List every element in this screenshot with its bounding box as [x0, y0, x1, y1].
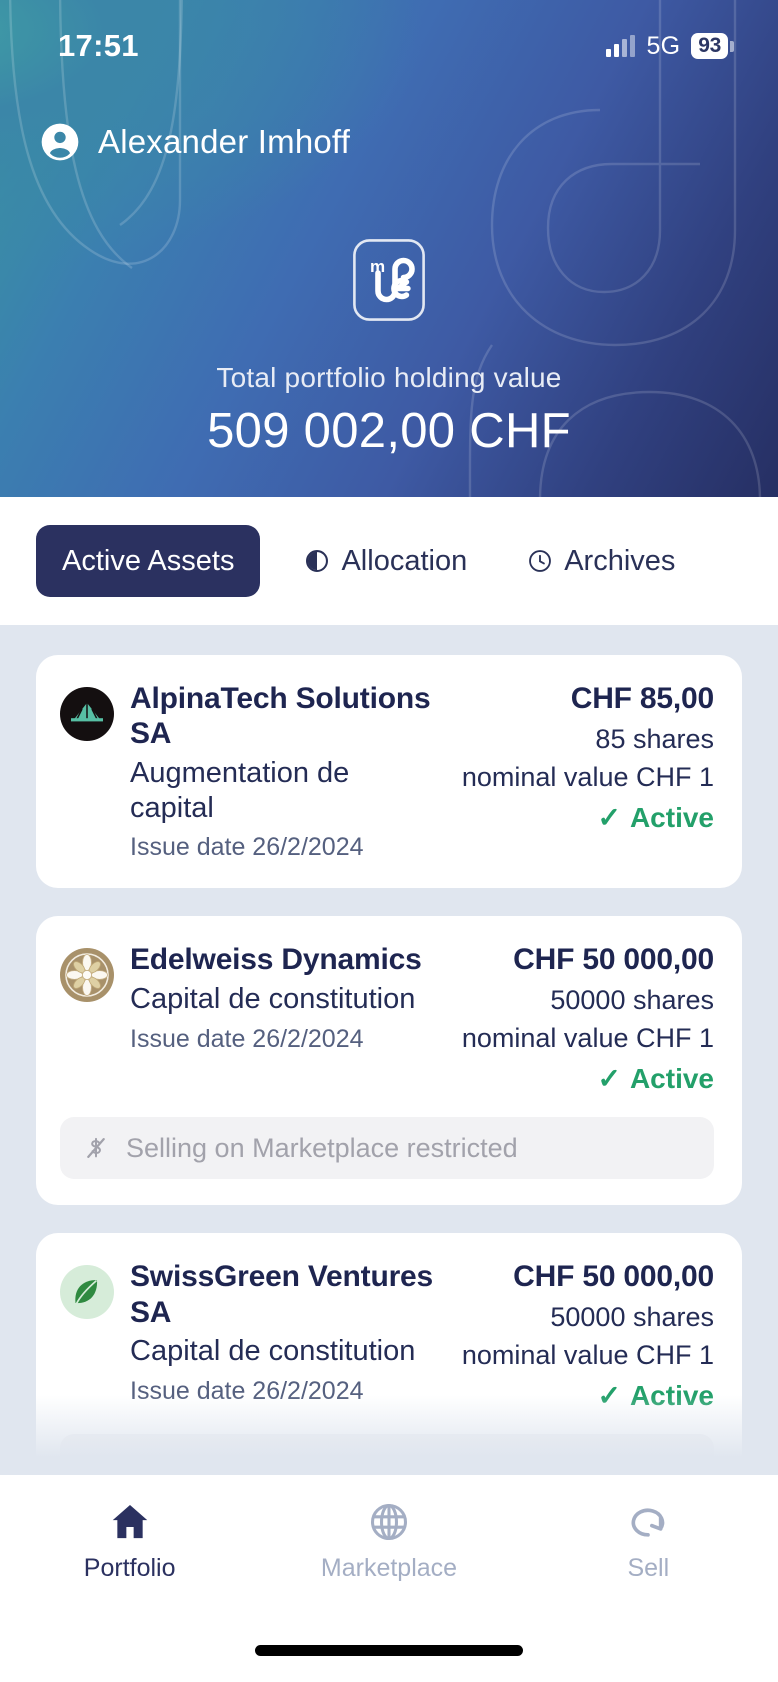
- nav-item-marketplace-label: Marketplace: [320, 1554, 458, 1582]
- asset-value: CHF 50 000,00: [513, 1260, 714, 1294]
- check-icon: ✓: [597, 802, 621, 833]
- status-badge: ✓ Active: [462, 1380, 714, 1412]
- status-time: 17:51: [58, 28, 139, 63]
- tab-active-assets[interactable]: Active Assets: [36, 525, 261, 597]
- battery-icon: 93: [691, 33, 734, 59]
- asset-issue-date: Issue date 26/2/2024: [130, 1024, 364, 1053]
- asset-name: Edelweiss Dynamics: [130, 943, 422, 977]
- alpinatech-mountain-logo: [60, 687, 114, 741]
- check-icon: ✓: [597, 1063, 621, 1095]
- restriction-notice: Selling on Marketplace restricted: [60, 1117, 714, 1180]
- home-icon: [112, 1504, 147, 1539]
- network-type-label: 5G: [646, 31, 681, 60]
- status-badge-label: Active: [629, 1380, 714, 1412]
- pie-chart-icon: [306, 550, 329, 572]
- nav-item-portfolio-label: Portfolio: [83, 1554, 176, 1582]
- nav-item-portfolio[interactable]: Portfolio: [0, 1499, 259, 1583]
- asset-card[interactable]: SwissGreen Ventures SA Capital de consti…: [36, 1233, 742, 1475]
- bottom-navigation: Portfolio Marketplace Sell: [0, 1475, 778, 1682]
- nav-item-sell[interactable]: Sell: [519, 1499, 778, 1583]
- portfolio-header: 17:51 5G 93 Alexander Imhoff m Total por…: [0, 0, 778, 497]
- asset-value: CHF 85,00: [570, 682, 714, 715]
- status-badge: ✓ Active: [462, 802, 714, 834]
- app-screen: 17:51 5G 93 Alexander Imhoff m Total por…: [0, 0, 778, 1682]
- status-bar: 17:51 5G 93: [0, 0, 778, 92]
- asset-type: Capital de constitution: [130, 982, 416, 1015]
- home-indicator[interactable]: [255, 1645, 523, 1656]
- status-badge-label: Active: [629, 1063, 714, 1095]
- mdc-brand-logo: m: [353, 239, 425, 321]
- restriction-notice-partial: [60, 1434, 714, 1475]
- battery-level-label: 93: [691, 33, 728, 59]
- asset-nominal-value: nominal value CHF 1: [461, 1023, 714, 1054]
- status-indicators: 5G 93: [606, 32, 734, 61]
- check-icon: ✓: [597, 1380, 621, 1412]
- view-tabs: Active Assets Allocation Archives: [0, 497, 778, 625]
- tab-allocation-label: Allocation: [341, 544, 468, 577]
- no-money-icon: [87, 1138, 105, 1159]
- signal-bars-icon: [606, 35, 636, 57]
- asset-name: SwissGreen Ventures SA: [130, 1260, 434, 1329]
- asset-nominal-value: nominal value CHF 1: [461, 762, 714, 792]
- user-profile[interactable]: Alexander Imhoff: [38, 120, 350, 164]
- restriction-label: Selling on Marketplace restricted: [126, 1132, 518, 1163]
- asset-issue-date: Issue date 26/2/2024: [130, 1376, 364, 1405]
- globe-icon: [370, 1503, 408, 1541]
- asset-name: AlpinaTech Solutions SA: [130, 682, 431, 751]
- asset-card[interactable]: AlpinaTech Solutions SA Augmentation de …: [36, 655, 742, 889]
- nav-item-sell-label: Sell: [627, 1554, 670, 1582]
- clock-icon: [529, 550, 552, 572]
- asset-shares: 50000 shares: [550, 1302, 714, 1333]
- total-value-amount: 509 002,00 CHF: [207, 404, 571, 458]
- rotate-icon: [631, 1508, 665, 1537]
- tab-archives-label: Archives: [564, 544, 676, 577]
- user-name-label: Alexander Imhoff: [98, 123, 351, 160]
- asset-shares: 85 shares: [595, 724, 714, 754]
- tab-active-assets-label: Active Assets: [62, 544, 235, 577]
- asset-value: CHF 50 000,00: [513, 943, 714, 977]
- total-value-label: Total portfolio holding value: [216, 362, 562, 393]
- asset-nominal-value: nominal value CHF 1: [461, 1340, 714, 1371]
- status-badge: ✓ Active: [462, 1063, 714, 1095]
- tab-allocation[interactable]: Allocation: [288, 525, 483, 597]
- user-avatar-icon: [41, 123, 79, 161]
- swissgreen-leaf-logo: [60, 1265, 114, 1320]
- status-badge-label: Active: [629, 802, 714, 833]
- tab-archives[interactable]: Archives: [511, 525, 691, 597]
- asset-list[interactable]: AlpinaTech Solutions SA Augmentation de …: [0, 625, 778, 1475]
- asset-type: Augmentation de capital: [130, 756, 350, 824]
- asset-issue-date: Issue date 26/2/2024: [130, 833, 364, 862]
- nav-item-marketplace[interactable]: Marketplace: [259, 1499, 518, 1583]
- edelweiss-flower-logo: [60, 948, 114, 1003]
- asset-card[interactable]: Edelweiss Dynamics Capital de constituti…: [36, 916, 742, 1206]
- asset-type: Capital de constitution: [130, 1335, 416, 1368]
- asset-shares: 50000 shares: [550, 985, 714, 1016]
